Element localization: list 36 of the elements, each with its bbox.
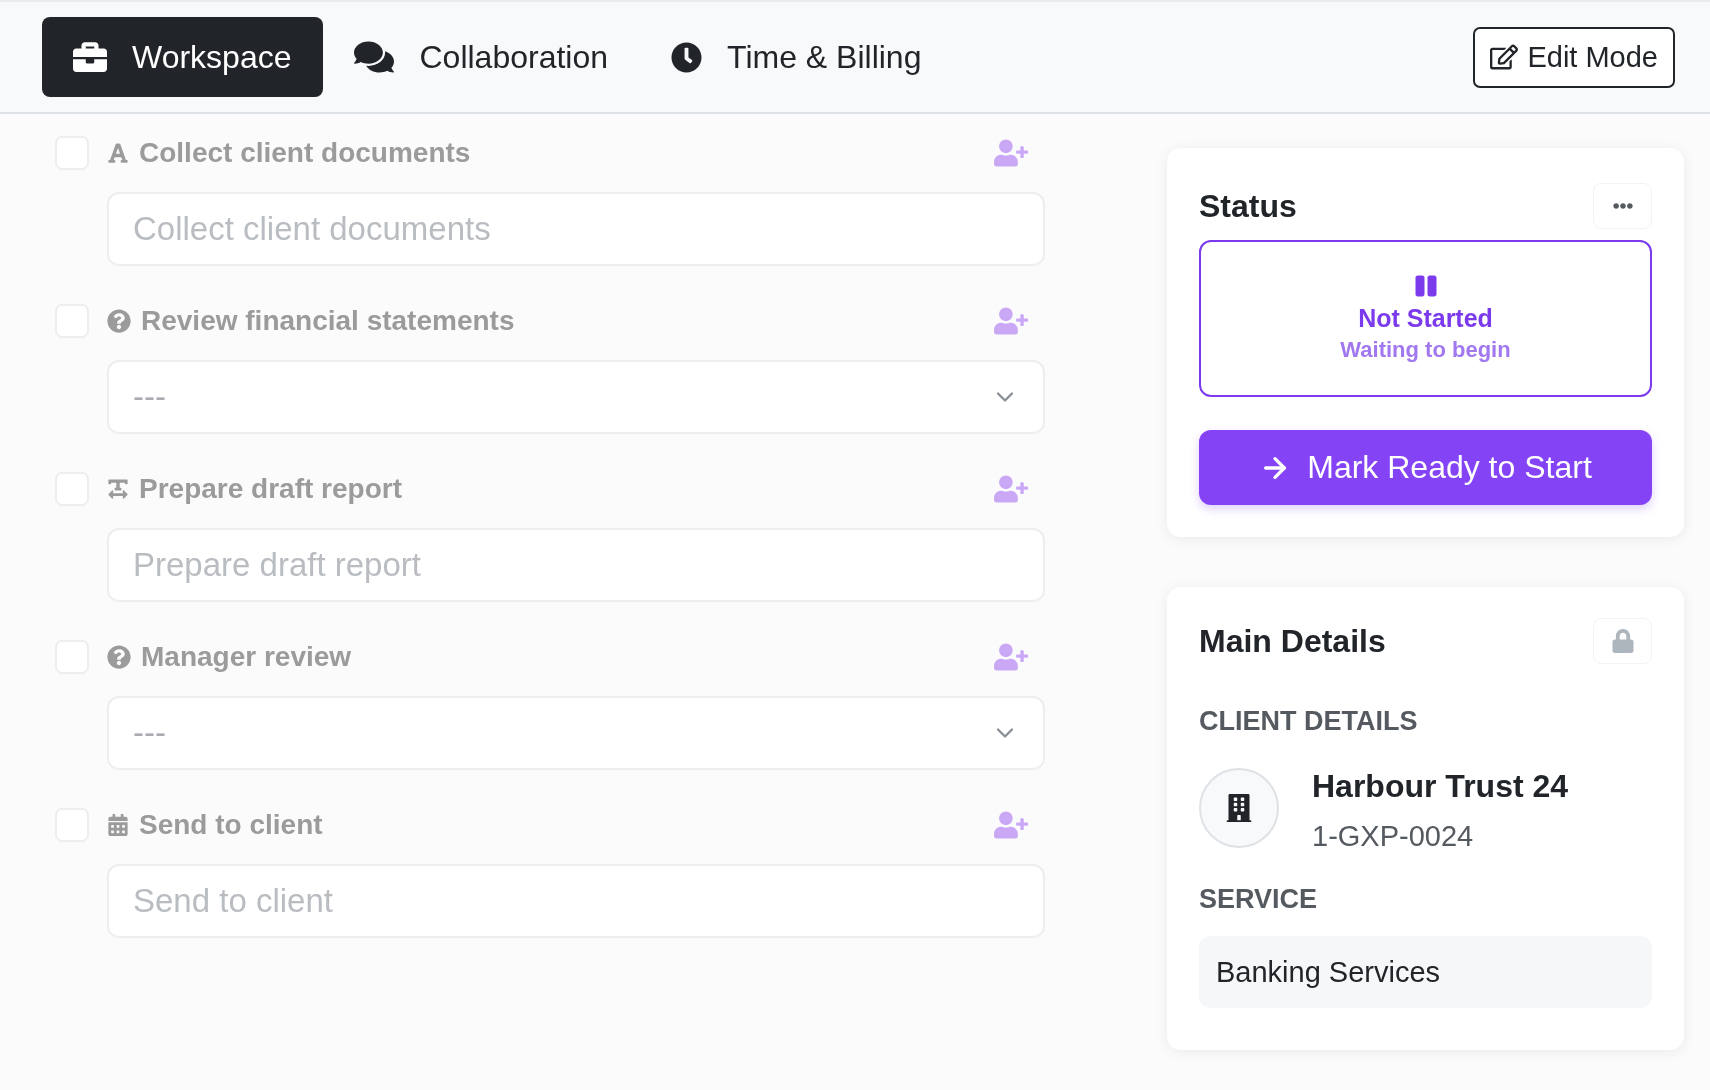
mark-ready-button[interactable]: Mark Ready to Start bbox=[1199, 430, 1652, 505]
question-icon bbox=[107, 309, 131, 333]
section-heading: SERVICE bbox=[1199, 884, 1319, 914]
edit-icon bbox=[1490, 43, 1519, 71]
add-person-icon[interactable] bbox=[994, 640, 1028, 674]
clock-icon bbox=[671, 41, 703, 73]
tab[interactable]: Collaboration bbox=[323, 17, 641, 97]
briefcase-icon bbox=[73, 40, 107, 74]
more-button[interactable] bbox=[1593, 183, 1652, 229]
tab[interactable]: Workspace bbox=[42, 17, 324, 97]
calendar-icon bbox=[107, 814, 129, 836]
task-label: Manager review bbox=[141, 641, 352, 673]
building-icon bbox=[1225, 794, 1253, 822]
lock-button[interactable] bbox=[1593, 618, 1652, 664]
task-label: Collect client documents bbox=[139, 137, 471, 169]
card-title: Main Details bbox=[1199, 622, 1386, 660]
add-person-icon[interactable] bbox=[994, 808, 1028, 842]
client-name: Harbour Trust 24 bbox=[1312, 768, 1569, 804]
service-value: Banking Services bbox=[1199, 936, 1652, 1008]
task-label: Send to client bbox=[139, 809, 323, 841]
text-width-icon bbox=[107, 478, 129, 500]
add-person-icon[interactable] bbox=[994, 136, 1028, 170]
task-label: Review financial statements bbox=[141, 305, 515, 337]
status-detail: Waiting to begin bbox=[1340, 337, 1511, 363]
task-label: Prepare draft report bbox=[139, 473, 402, 505]
letter-icon bbox=[107, 142, 129, 164]
section-heading: CLIENT DETAILS bbox=[1199, 706, 1419, 736]
pause-icon bbox=[1413, 274, 1438, 298]
tab[interactable]: Time & Billing bbox=[640, 17, 954, 97]
add-person-icon[interactable] bbox=[994, 472, 1028, 506]
client-code: 1-GXP-0024 bbox=[1312, 820, 1475, 852]
question-icon bbox=[107, 645, 131, 669]
edit-mode-button[interactable]: Edit Mode bbox=[1473, 26, 1675, 88]
add-person-icon[interactable] bbox=[994, 304, 1028, 338]
card-title: Status bbox=[1199, 187, 1297, 225]
status-label: Not Started bbox=[1358, 304, 1493, 333]
